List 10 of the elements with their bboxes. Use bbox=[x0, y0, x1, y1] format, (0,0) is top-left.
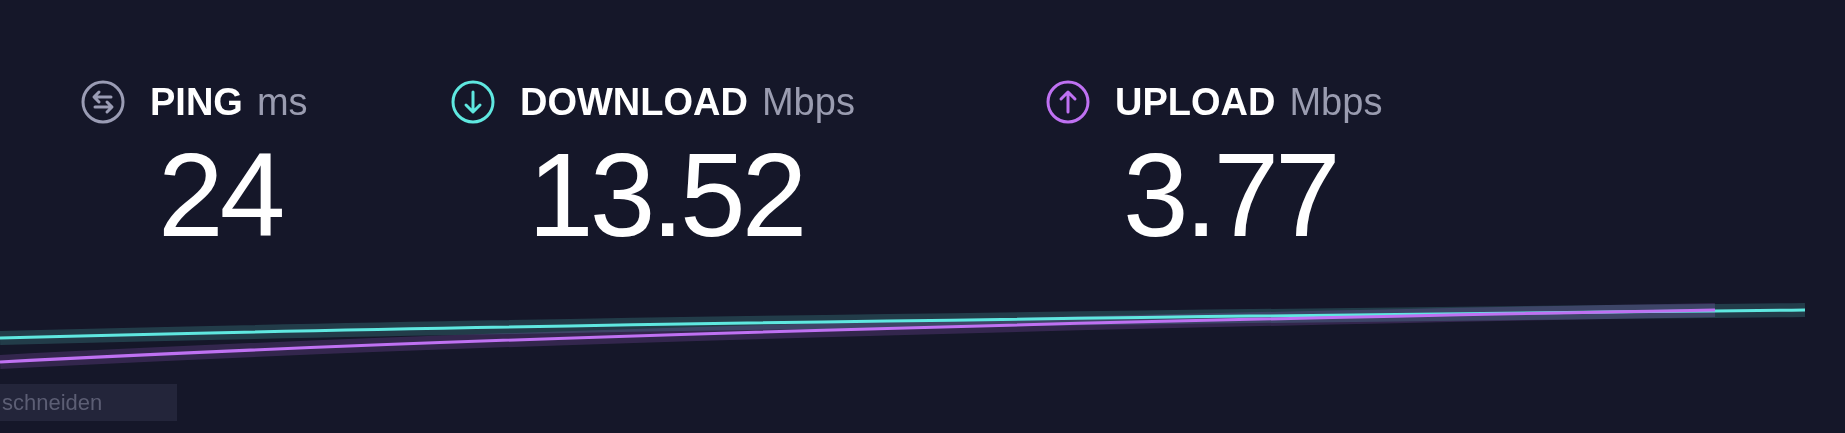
metric-unit: ms bbox=[256, 83, 308, 121]
metric-value: 24 bbox=[158, 136, 282, 254]
metric-value: 13.52 bbox=[528, 136, 804, 254]
metric-unit: Mbps bbox=[1289, 83, 1383, 121]
metric-value: 3.77 bbox=[1123, 136, 1337, 254]
metric-label: DOWNLOAD bbox=[520, 83, 748, 121]
tooltip: schneiden bbox=[0, 384, 177, 421]
metric-label: PING bbox=[150, 83, 243, 121]
metric-label: UPLOAD bbox=[1115, 83, 1276, 121]
metric-unit: Mbps bbox=[761, 83, 855, 121]
